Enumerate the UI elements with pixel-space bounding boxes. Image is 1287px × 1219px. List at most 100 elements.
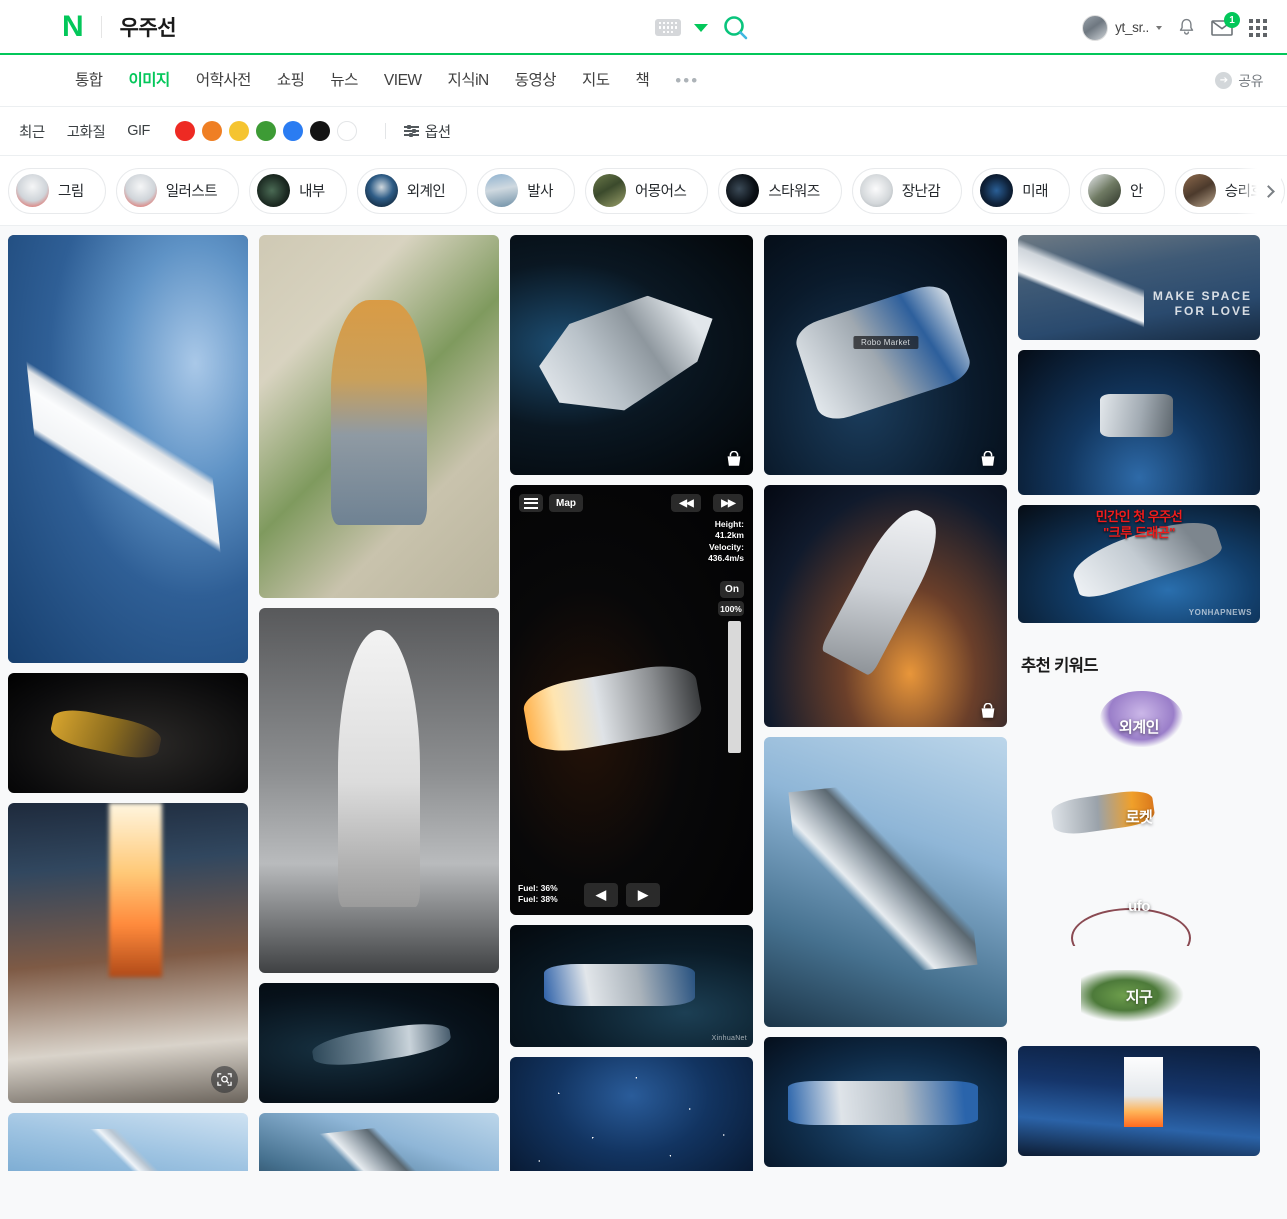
image-tile-space-shuttle-black-white[interactable] bbox=[259, 608, 499, 973]
image-tile-mecha-space-fighter[interactable] bbox=[764, 737, 1007, 1027]
hud-rotate-left-button[interactable]: ◀ bbox=[584, 883, 618, 907]
color-filter-orange[interactable] bbox=[201, 121, 222, 141]
notification-bell-button[interactable] bbox=[1178, 18, 1195, 37]
image-tile-tiangong-space-station[interactable]: XinhuaNet bbox=[510, 925, 753, 1047]
tab-dictionary[interactable]: 어학사전 bbox=[183, 55, 264, 107]
hud-engine-toggle[interactable]: On bbox=[720, 581, 744, 598]
hud-rewind-button[interactable]: ◀◀ bbox=[671, 494, 701, 512]
keyword-label: 지구 bbox=[1125, 988, 1153, 1006]
search-icon[interactable] bbox=[721, 13, 751, 43]
keyword-card-earth[interactable]: 지구 bbox=[1018, 956, 1260, 1036]
tab-view[interactable]: VIEW bbox=[371, 55, 435, 107]
image-tile-angular-spaceplane-render[interactable] bbox=[259, 1113, 499, 1171]
keyboard-icon[interactable] bbox=[655, 19, 681, 36]
shopping-cart-icon[interactable] bbox=[979, 451, 997, 467]
chip-interior[interactable]: 내부 bbox=[249, 167, 347, 214]
hud-fuel-readout: Fuel: 36% Fuel: 38% bbox=[518, 883, 558, 905]
hud-fuel-1: Fuel: 36% bbox=[518, 882, 558, 893]
image-tile-rocket-launch-tower[interactable] bbox=[8, 803, 248, 1103]
color-filter-black[interactable] bbox=[309, 121, 330, 141]
image-thumbnail bbox=[1018, 350, 1260, 495]
smart-lens-icon[interactable] bbox=[211, 1066, 238, 1093]
tab-knowledge-in[interactable]: 지식iN bbox=[435, 55, 502, 107]
results-column-2 bbox=[259, 235, 499, 1171]
image-tile-saturn-v-rocket-ascent[interactable] bbox=[764, 485, 1007, 727]
avatar bbox=[1082, 14, 1109, 41]
color-filter-yellow[interactable] bbox=[228, 121, 249, 141]
image-tile-crew-dragon-news-image[interactable]: 민간인 첫 우주선 "크루 드래곤" YONHAPNEWS bbox=[1018, 505, 1260, 623]
tab-books[interactable]: 책 bbox=[623, 55, 663, 107]
chip-launch[interactable]: 발사 bbox=[477, 167, 575, 214]
tab-map[interactable]: 지도 bbox=[569, 55, 623, 107]
chip-amongus[interactable]: 어몽어스 bbox=[584, 167, 709, 214]
tab-shopping[interactable]: 쇼핑 bbox=[264, 55, 318, 107]
color-filter-red[interactable] bbox=[174, 121, 195, 141]
chip-label: 외계인 bbox=[406, 184, 446, 200]
image-thumbnail bbox=[1018, 505, 1260, 623]
cockpit-thumb bbox=[257, 174, 291, 207]
chip-grim[interactable]: 그림 bbox=[8, 167, 106, 214]
image-tile-shuttle-on-crawler-aerial[interactable] bbox=[259, 235, 499, 598]
chip-toy[interactable]: 장난감 bbox=[851, 167, 963, 214]
image-tile-space-station-module-orbit[interactable]: Robo Market bbox=[764, 235, 1007, 475]
apps-grid-icon[interactable] bbox=[1249, 18, 1267, 37]
color-filter-green[interactable] bbox=[255, 121, 276, 141]
user-menu[interactable]: yt_sr.. bbox=[1082, 14, 1162, 41]
image-tile-make-space-for-love-banner[interactable]: MAKE SPACE FOR LOVE bbox=[1018, 235, 1260, 340]
chips-next-button[interactable] bbox=[1237, 168, 1281, 214]
chip-starwars[interactable]: 스타워즈 bbox=[718, 167, 842, 214]
image-thumbnail bbox=[510, 1057, 753, 1171]
image-tile-starfield-night-sky[interactable] bbox=[510, 1057, 753, 1171]
keyword-card-alien[interactable]: 외계인 bbox=[1018, 686, 1260, 766]
hamburger-icon[interactable] bbox=[519, 494, 543, 512]
chevron-down-icon[interactable] bbox=[694, 23, 708, 32]
image-tile-rocket-launch-night[interactable] bbox=[1018, 1046, 1260, 1156]
brand-divider bbox=[100, 15, 102, 38]
filter-high-quality[interactable]: 고화질 bbox=[56, 121, 117, 142]
hud-fastforward-button[interactable]: ▶▶ bbox=[713, 494, 743, 512]
share-button[interactable]: ➔ 공유 bbox=[1215, 71, 1263, 91]
tab-integrated[interactable]: 통합 bbox=[62, 55, 116, 107]
image-tile-kerbal-space-program-screenshot[interactable] bbox=[1018, 350, 1260, 495]
tab-images[interactable]: 이미지 bbox=[116, 55, 183, 107]
keyword-card-rocket[interactable]: 로켓 bbox=[1018, 776, 1260, 856]
chip-label: 스타워즈 bbox=[768, 184, 820, 200]
keyword-label: 외계인 bbox=[1119, 718, 1159, 736]
tab-news[interactable]: 뉴스 bbox=[317, 55, 371, 107]
color-filter-white[interactable] bbox=[336, 121, 357, 141]
hud-height-readout: Height: 41.2km bbox=[715, 519, 744, 540]
chip-label: 장난감 bbox=[901, 184, 941, 200]
shopping-cart-icon[interactable] bbox=[725, 451, 743, 467]
chevron-right-icon bbox=[1262, 184, 1275, 198]
mail-button[interactable]: 1 bbox=[1211, 12, 1240, 36]
image-thumbnail bbox=[764, 485, 1007, 727]
image-thumbnail bbox=[259, 235, 499, 598]
amongus-thumb bbox=[592, 174, 626, 207]
color-filter-blue[interactable] bbox=[282, 121, 303, 141]
chip-illust[interactable]: 일러스트 bbox=[115, 167, 240, 214]
shopping-cart-icon[interactable] bbox=[979, 703, 997, 719]
naver-logo[interactable]: N bbox=[62, 11, 84, 42]
filter-gif[interactable]: GIF bbox=[116, 123, 161, 139]
image-tile-iss-over-blue-earth[interactable] bbox=[764, 1037, 1007, 1167]
tab-more-button[interactable]: ••• bbox=[662, 55, 712, 107]
image-tile-dark-stealth-spacecraft[interactable] bbox=[259, 983, 499, 1103]
image-tile-lego-spaceship-in-orbit[interactable] bbox=[510, 235, 753, 475]
chip-future[interactable]: 미래 bbox=[972, 167, 1070, 214]
image-thumbnail bbox=[510, 925, 753, 1047]
image-tile-shuttle-on-carrier-aircraft[interactable] bbox=[8, 235, 248, 663]
image-tile-spacecraft-over-asteroid[interactable] bbox=[8, 673, 248, 793]
hud-throttle-slider[interactable] bbox=[728, 621, 741, 753]
chip-inside[interactable]: 안 bbox=[1079, 167, 1165, 214]
user-id-label: yt_sr.. bbox=[1115, 20, 1149, 35]
tab-video[interactable]: 동영상 bbox=[502, 55, 569, 107]
hud-rotate-right-button[interactable]: ▶ bbox=[626, 883, 660, 907]
filter-recent[interactable]: 최근 bbox=[8, 121, 56, 142]
keyword-card-ufo[interactable]: ufo bbox=[1018, 866, 1260, 946]
hud-map-button[interactable]: Map bbox=[549, 494, 583, 512]
image-tile-jet-in-blue-sky[interactable] bbox=[8, 1113, 248, 1171]
share-arrow-icon: ➔ bbox=[1215, 72, 1233, 89]
image-tile-spaceflight-simulator-game[interactable]: Map ◀◀ ▶▶ Height: 41.2km Velocity: 436.4… bbox=[510, 485, 753, 915]
chip-alien[interactable]: 외계인 bbox=[356, 167, 468, 214]
options-button[interactable]: 옵션 bbox=[403, 121, 451, 142]
